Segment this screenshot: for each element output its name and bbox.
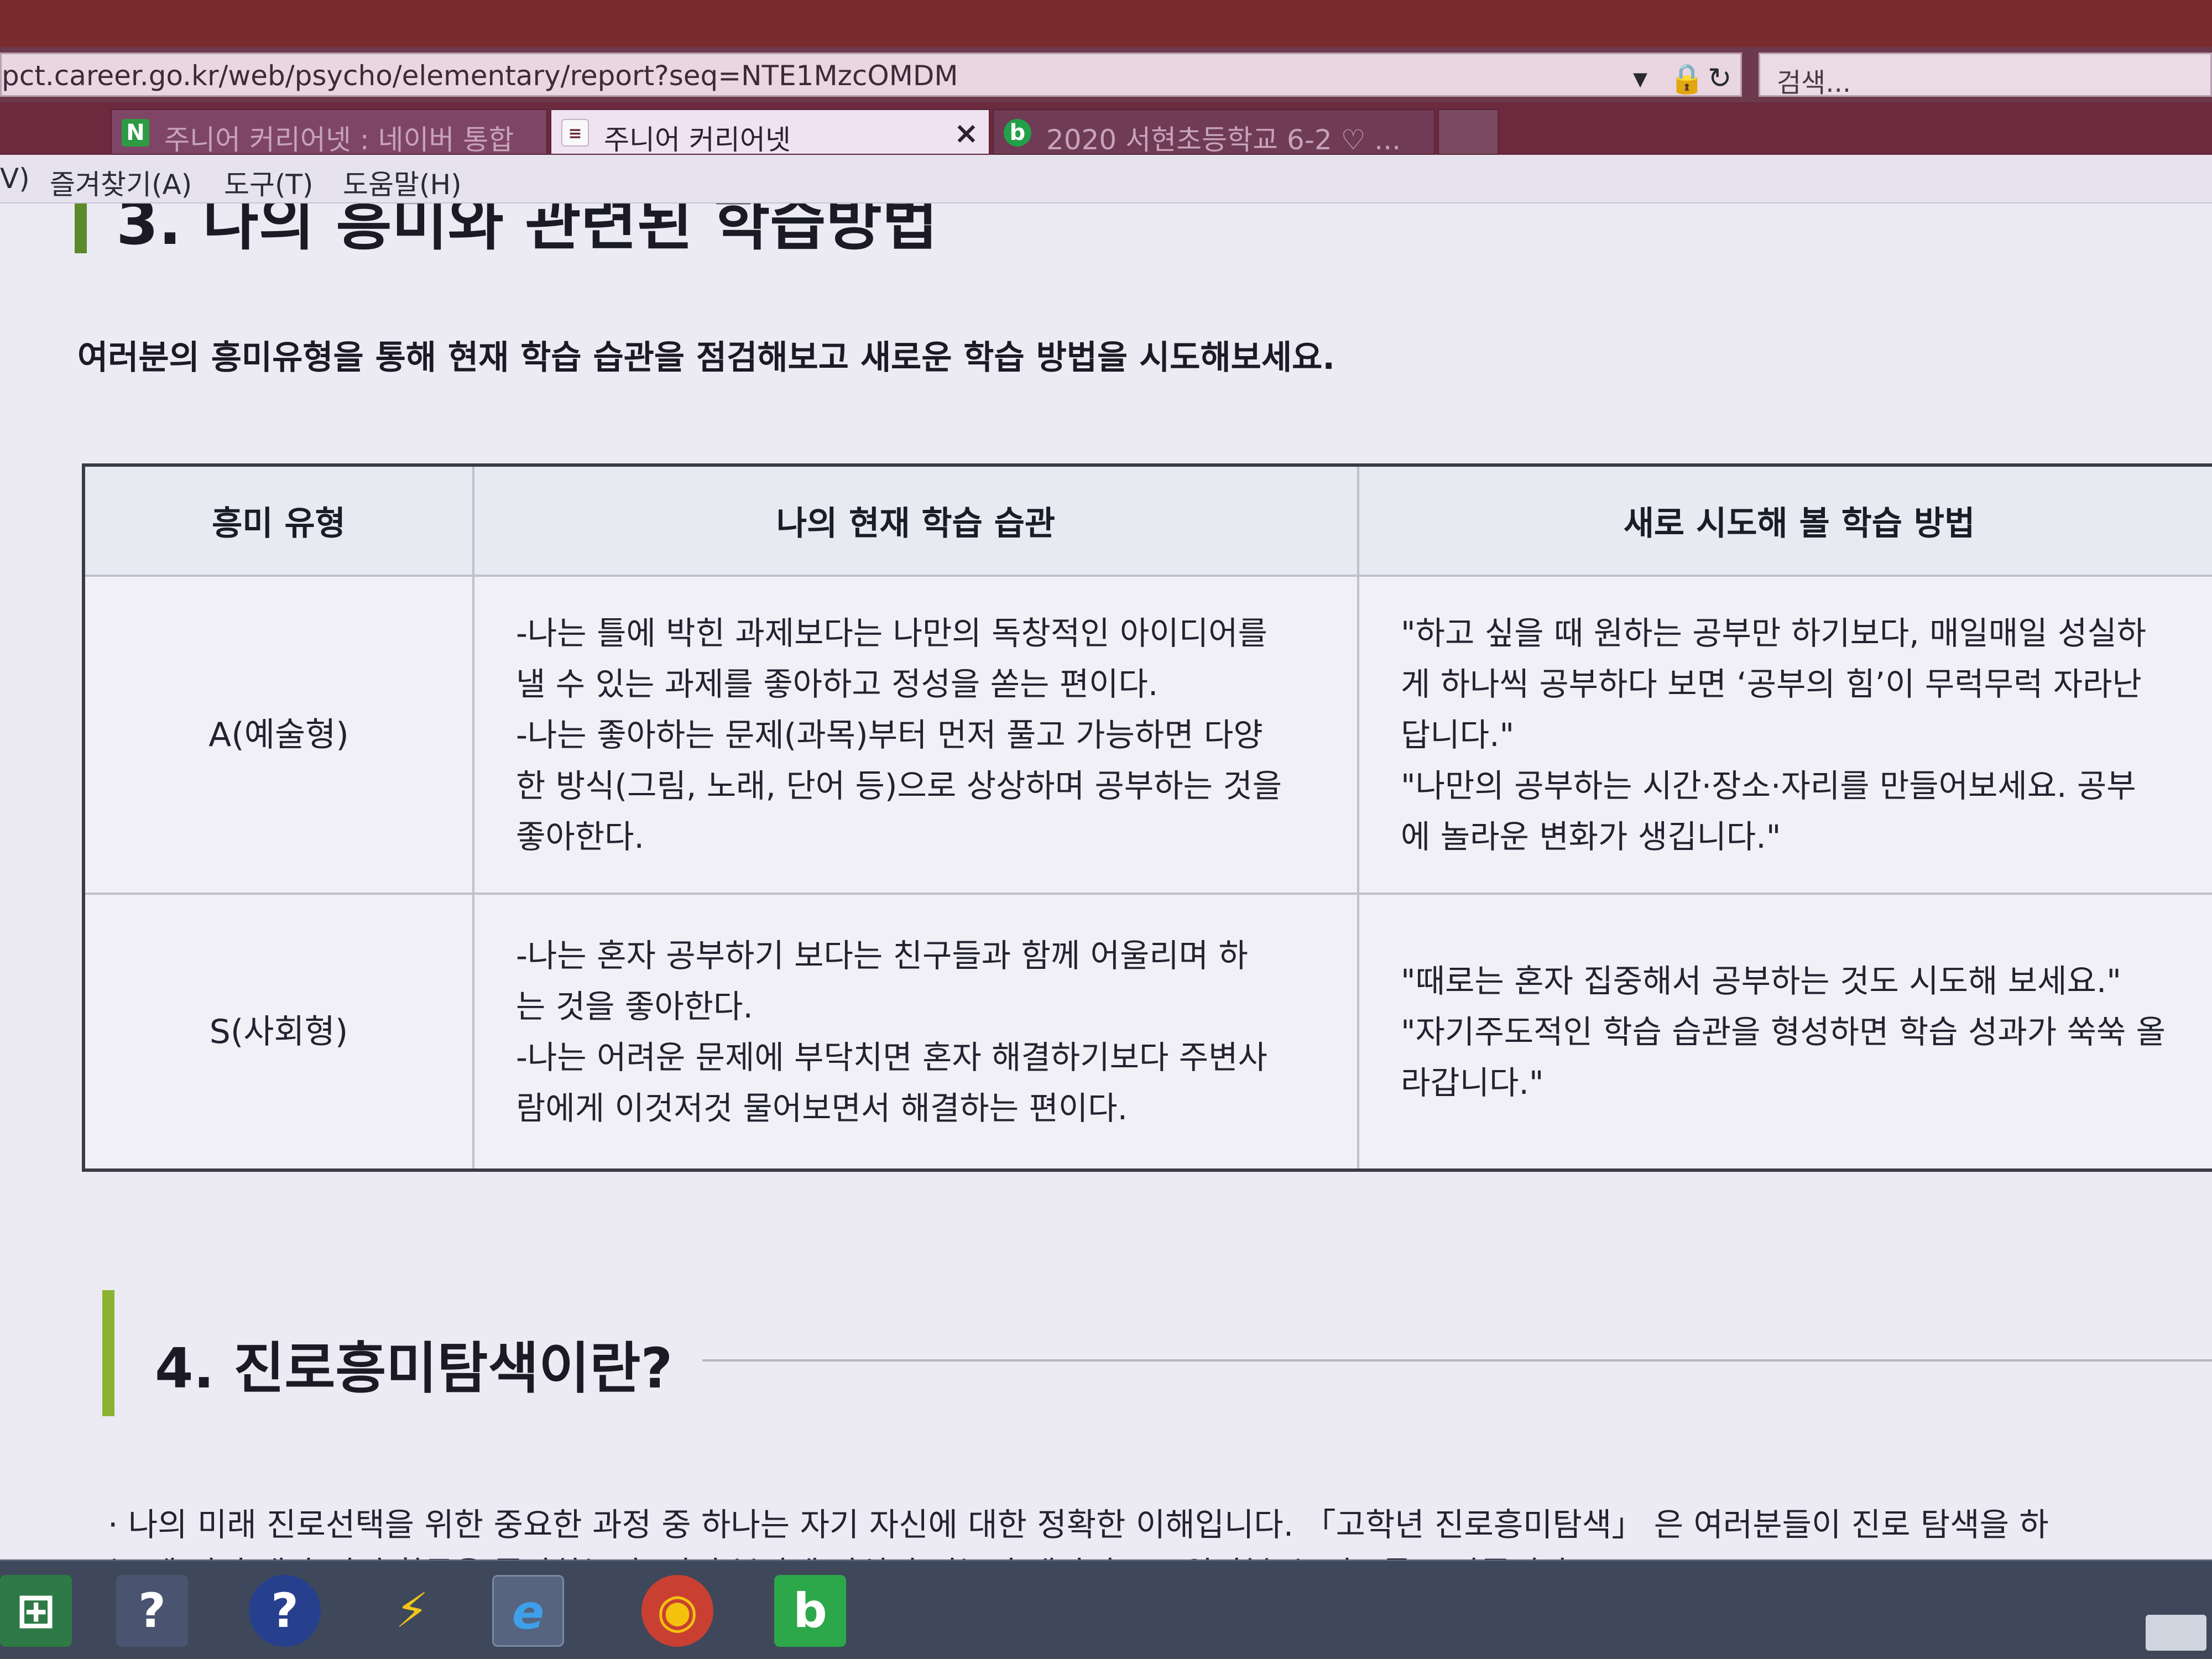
close-icon[interactable]: × [954, 116, 979, 150]
cell-line: 좋아한다. [516, 817, 644, 855]
table-row: S(사회형) -나는 혼자 공부하기 보다는 친구들과 함께 어울리며 하 는 … [82, 893, 2212, 1172]
tab-label: 2020 서현초등학교 6-2 ♡ ... [1046, 124, 1401, 156]
learning-methods-table: 흥미 유형 나의 현재 학습 습관 새로 시도해 볼 학습 방법 A(예술형) … [82, 463, 2212, 1172]
divider [702, 1359, 2212, 1361]
address-input[interactable]: pct.career.go.kr/web/psycho/elementary/r… [0, 53, 1742, 97]
cell-line: -나는 혼자 공부하기 보다는 친구들과 함께 어울리며 하 [516, 936, 1248, 974]
intro-text: 여러분의 흥미유형을 통해 현재 학습 습관을 점검해보고 새로운 학습 방법을… [77, 338, 1335, 377]
menu-view[interactable]: V) [0, 163, 30, 195]
tab-bar: N 주니어 커리어넷 : 네이버 통합 ≡ 주니어 커리어넷 × b 2020 … [0, 102, 2212, 156]
header-new-method: 새로 시도해 볼 학습 방법 [1357, 463, 2212, 577]
interest-type-cell: S(사회형) [82, 893, 474, 1172]
cell-line: 라갑니다." [1401, 1063, 1544, 1102]
section-3-title: 3. 나의 흥미와 관련된 학습방법 [116, 204, 938, 258]
search-placeholder: 검색... [1777, 67, 1851, 98]
internet-explorer-icon[interactable]: e [492, 1575, 564, 1647]
cell-line: 게 하나씩 공부하다 보면 ‘공부의 힘’이 무럭무럭 자라난 [1401, 665, 2142, 703]
menu-tools[interactable]: 도구(T) [224, 163, 314, 202]
menu-bar: V) 즐겨찾기(A) 도구(T) 도움말(H) [0, 155, 2212, 204]
table-header-row: 흥미 유형 나의 현재 학습 습관 새로 시도해 볼 학습 방법 [82, 463, 2212, 577]
cell-line: 는 것을 좋아한다. [516, 987, 753, 1025]
cell-line: "때로는 혼자 집중해서 공부하는 것도 시도해 보세요." [1401, 962, 2121, 1000]
cell-line: "자기주도적인 학습 습관을 형성하면 학습 성과가 쑥쑥 올 [1401, 1013, 2166, 1051]
tab-naver[interactable]: N 주니어 커리어넷 : 네이버 통합 [111, 109, 547, 156]
section-marker [102, 1290, 114, 1416]
paragraph-line: 는 데 있어 내가 어떤 활동을 좋아하는지, 어떤 분야에 관심이 있는지 객… [108, 1549, 2049, 1559]
dropdown-arrow-icon[interactable]: ▾ [1633, 62, 1647, 95]
help-icon[interactable]: ? [116, 1575, 188, 1647]
band-icon[interactable]: b [774, 1575, 846, 1647]
cell-line: -나는 틀에 박힌 과제보다는 나만의 독창적인 아이디어를 [516, 614, 1267, 652]
windows-store-icon[interactable]: ⊞ [0, 1575, 72, 1647]
menu-help[interactable]: 도움말(H) [343, 163, 462, 202]
section-4-title: 4. 진로흥미탐색이란? [155, 1336, 673, 1401]
cell-line: 람에게 이것저것 물어보면서 해결하는 편이다. [516, 1089, 1128, 1127]
cell-line: "하고 싶을 때 원하는 공부만 하기보다, 매일매일 성실하 [1401, 614, 2147, 652]
paragraph-line: · 나의 미래 진로선택을 위한 중요한 과정 중 하나는 자기 자신에 대한 … [108, 1506, 2049, 1543]
refresh-icon[interactable]: ↻ [1708, 62, 1732, 95]
tab-label: 주니어 커리어넷 : 네이버 통합 [164, 124, 514, 156]
current-habit-cell: -나는 혼자 공부하기 보다는 친구들과 함께 어울리며 하 는 것을 좋아한다… [472, 893, 1359, 1172]
new-method-cell: "때로는 혼자 집중해서 공부하는 것도 시도해 보세요." "자기주도적인 학… [1357, 893, 2212, 1172]
cell-line: 답니다." [1401, 716, 1515, 754]
cell-line: 에 놀라운 변화가 생깁니다." [1401, 817, 1781, 855]
page-icon: ≡ [561, 119, 589, 147]
band-icon: b [1004, 119, 1031, 147]
address-bar: pct.career.go.kr/web/psycho/elementary/r… [0, 47, 2212, 102]
table-row: A(예술형) -나는 틀에 박힌 과제보다는 나만의 독창적인 아이디어를 낼 … [82, 575, 2212, 895]
cell-line: 한 방식(그림, 노래, 단어 등)으로 상상하며 공부하는 것을 [516, 766, 1282, 805]
search-input[interactable]: 검색... [1759, 53, 2212, 98]
new-tab-button[interactable] [1438, 109, 1499, 155]
interest-type-cell: A(예술형) [82, 575, 474, 895]
tab-junior-careernet[interactable]: ≡ 주니어 커리어넷 × [550, 109, 990, 156]
keyboard-icon[interactable] [2146, 1615, 2206, 1651]
cell-line: "나만의 공부하는 시간·장소·자리를 만들어보세요. 공부 [1401, 766, 2136, 805]
menu-favorites[interactable]: 즐겨찾기(A) [50, 163, 192, 202]
cell-line: -나는 어려운 문제에 부닥치면 혼자 해결하기보다 주변사 [516, 1038, 1267, 1076]
section-4-paragraph: · 나의 미래 진로선택을 위한 중요한 과정 중 하나는 자기 자신에 대한 … [108, 1500, 2049, 1559]
lock-icon[interactable]: 🔒 [1669, 62, 1705, 96]
section-marker [75, 204, 87, 253]
address-url: pct.career.go.kr/web/psycho/elementary/r… [2, 60, 958, 92]
circle-question-icon[interactable]: ? [249, 1575, 321, 1647]
taskbar: ⊞ ? ? ⚡ e ◉ b [0, 1559, 2212, 1659]
page-content: 3. 나의 흥미와 관련된 학습방법 여러분의 흥미유형을 통해 현재 학습 습… [0, 204, 2212, 1559]
cell-line: -나는 좋아하는 문제(과목)부터 먼저 풀고 가능하면 다양 [516, 716, 1263, 754]
current-habit-cell: -나는 틀에 박힌 과제보다는 나만의 독창적인 아이디어를 낼 수 있는 과제… [472, 575, 1359, 895]
new-method-cell: "하고 싶을 때 원하는 공부만 하기보다, 매일매일 성실하 게 하나씩 공부… [1357, 575, 2212, 895]
chrome-icon[interactable]: ◉ [641, 1575, 713, 1647]
window-title-bar [0, 0, 2212, 47]
naver-icon: N [122, 119, 149, 147]
header-current-habit: 나의 현재 학습 습관 [472, 463, 1359, 577]
cell-line: 낼 수 있는 과제를 좋아하고 정성을 쏟는 편이다. [516, 665, 1159, 703]
header-interest-type: 흥미 유형 [82, 463, 474, 577]
tab-band[interactable]: b 2020 서현초등학교 6-2 ♡ ... [993, 109, 1435, 156]
tab-label: 주니어 커리어넷 [604, 124, 791, 156]
bolt-icon[interactable]: ⚡ [376, 1575, 448, 1647]
